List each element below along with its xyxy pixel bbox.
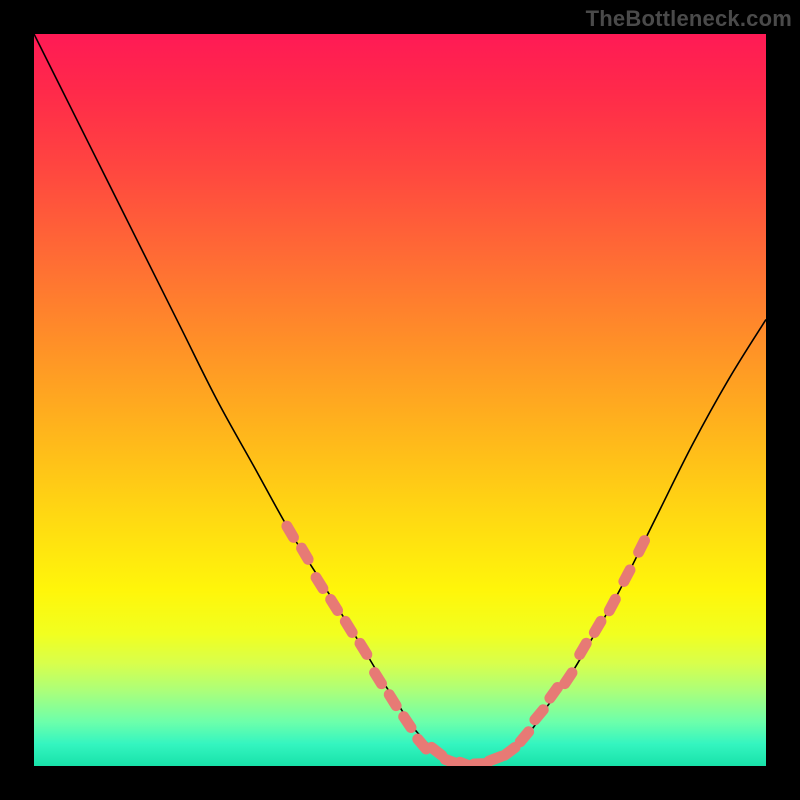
curve-svg (34, 34, 766, 766)
data-marker (279, 519, 301, 545)
chart-frame: TheBottleneck.com (0, 0, 800, 800)
data-marker (616, 563, 637, 589)
watermark-text: TheBottleneck.com (586, 6, 792, 32)
data-marker (602, 592, 623, 618)
data-markers (279, 519, 651, 766)
bottleneck-curve (34, 34, 766, 765)
data-marker (631, 533, 652, 559)
data-marker (338, 614, 360, 640)
plot-area (34, 34, 766, 766)
data-marker (352, 636, 374, 662)
